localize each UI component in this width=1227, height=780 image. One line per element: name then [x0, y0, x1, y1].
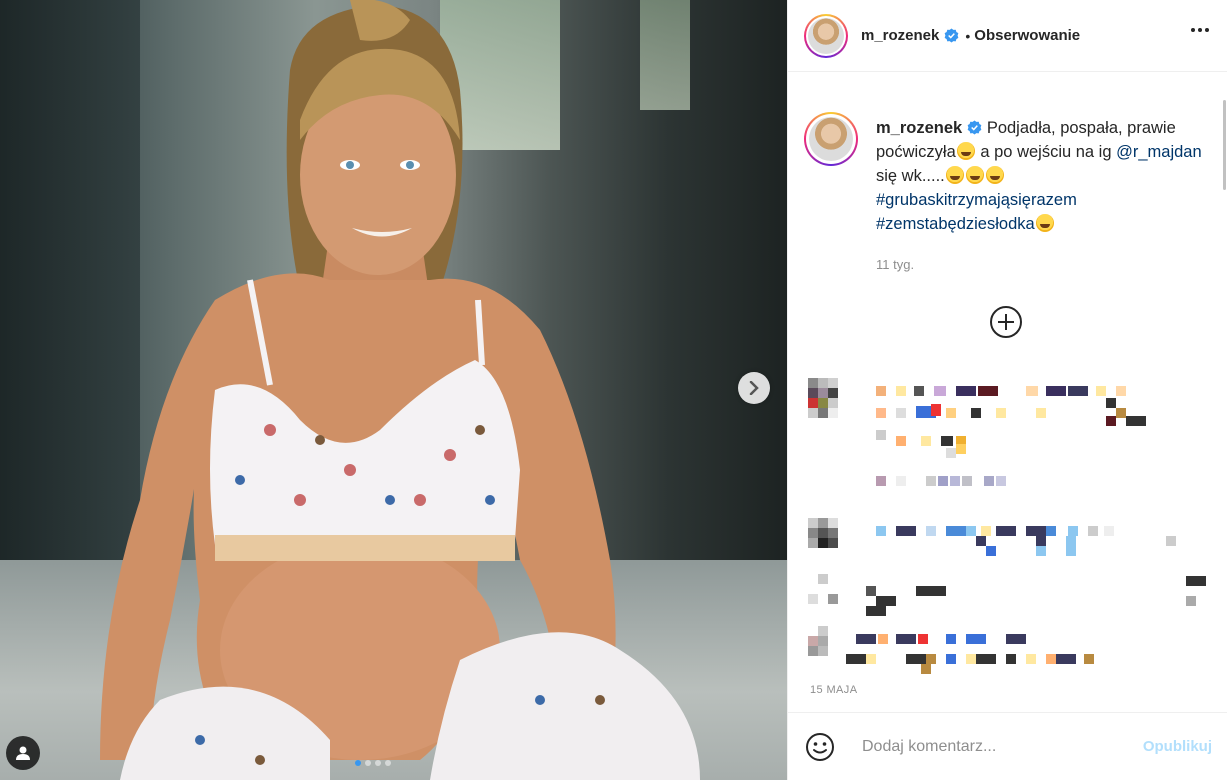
post-side-panel: m_rozenek • Obserwowanie m_rozenek Podja…	[787, 0, 1227, 780]
smile-emoji-icon	[806, 732, 834, 761]
carousel-dot	[375, 760, 381, 766]
user-tag-icon	[16, 746, 30, 760]
profile-picture	[808, 17, 844, 54]
publish-comment-button[interactable]: Opublikuj	[1143, 738, 1212, 755]
more-options-icon[interactable]	[1191, 28, 1209, 32]
pixelated-comment	[808, 518, 1176, 556]
verified-badge-icon	[944, 28, 959, 43]
caption-timestamp: 11 tyg.	[876, 257, 915, 272]
mention-link[interactable]: @r_majdan	[1116, 143, 1202, 161]
emoji-picker-button[interactable]	[804, 731, 836, 763]
avatar[interactable]	[804, 13, 848, 58]
verified-badge-icon	[967, 120, 982, 135]
plus-circle-icon[interactable]	[990, 306, 1022, 338]
comment-item	[806, 378, 1216, 493]
post-date: 15 MAJA	[810, 684, 858, 696]
caption-body-2: a po wejściu na ig	[975, 143, 1117, 161]
carousel-dot-active	[355, 760, 361, 766]
pixelated-comment	[808, 574, 1206, 616]
rofl-emoji-icon	[985, 166, 1004, 184]
photo-subject	[100, 0, 700, 780]
post-caption: m_rozenek Podjadła, pospała, prawie poćw…	[804, 112, 1214, 236]
carousel-dot	[365, 760, 371, 766]
comment-item	[806, 572, 1216, 627]
header-username[interactable]: m_rozenek	[861, 27, 939, 44]
scrollbar[interactable]	[1223, 100, 1226, 190]
comment-item	[806, 518, 1216, 563]
caption-avatar[interactable]	[804, 112, 858, 166]
profile-picture	[809, 117, 853, 161]
carousel-dot	[385, 760, 391, 766]
carousel-indicator	[355, 760, 391, 766]
comment-item	[806, 624, 1216, 685]
header-separator: •	[965, 27, 971, 44]
caption-username[interactable]: m_rozenek	[876, 119, 962, 137]
squinting-emoji-icon	[1035, 214, 1054, 232]
rofl-emoji-icon	[965, 166, 984, 184]
caption-text: m_rozenek Podjadła, pospała, prawie poćw…	[876, 116, 1214, 236]
user-tag-button[interactable]	[6, 736, 40, 770]
laughing-emoji-icon	[956, 142, 975, 160]
post-photo	[0, 0, 787, 780]
comment-input[interactable]	[862, 737, 1122, 756]
caption-body-3: się wk.....	[876, 167, 945, 185]
chevron-right-icon	[749, 381, 759, 395]
post-header: m_rozenek • Obserwowanie	[788, 0, 1227, 72]
rofl-emoji-icon	[945, 166, 964, 184]
following-button[interactable]: Obserwowanie	[974, 27, 1080, 44]
pixelated-comment	[808, 626, 1094, 674]
hashtag-link[interactable]: #zemstabędziesłodka	[876, 215, 1035, 233]
next-photo-button[interactable]	[738, 372, 770, 404]
hashtag-link[interactable]: #grubaskitrzymająsięrazem	[876, 191, 1077, 209]
comment-bar: Opublikuj	[788, 712, 1227, 780]
pixelated-comment	[808, 378, 1146, 486]
